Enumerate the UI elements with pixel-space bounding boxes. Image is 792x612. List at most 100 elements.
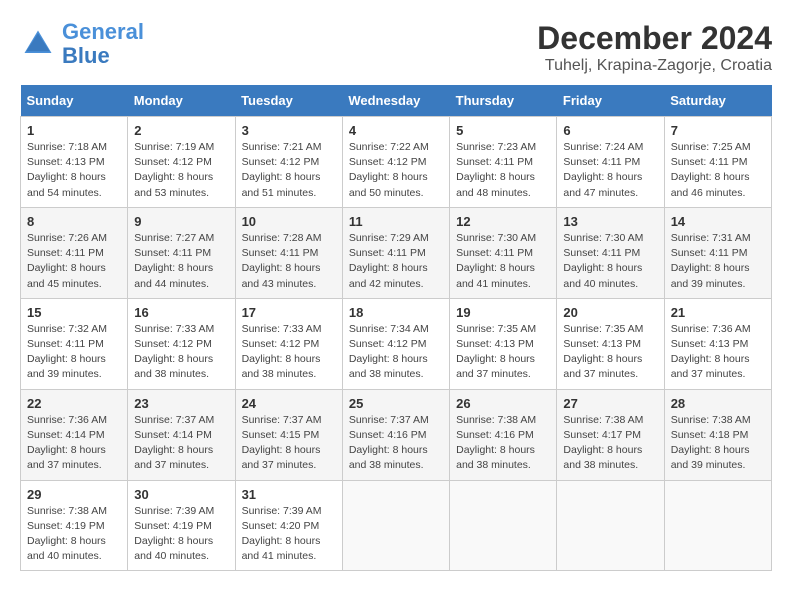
day-info: Sunrise: 7:19 AM Sunset: 4:12 PM Dayligh…	[134, 140, 228, 201]
day-info: Sunrise: 7:36 AM Sunset: 4:13 PM Dayligh…	[671, 322, 765, 383]
calendar-cell: 5 Sunrise: 7:23 AM Sunset: 4:11 PM Dayli…	[450, 117, 557, 208]
calendar-cell: 25 Sunrise: 7:37 AM Sunset: 4:16 PM Dayl…	[342, 389, 449, 480]
day-info: Sunrise: 7:31 AM Sunset: 4:11 PM Dayligh…	[671, 231, 765, 292]
calendar-cell: 29 Sunrise: 7:38 AM Sunset: 4:19 PM Dayl…	[21, 480, 128, 571]
day-number: 16	[134, 305, 228, 320]
day-number: 6	[563, 123, 657, 138]
day-info: Sunrise: 7:33 AM Sunset: 4:12 PM Dayligh…	[134, 322, 228, 383]
day-number: 15	[27, 305, 121, 320]
day-number: 17	[242, 305, 336, 320]
calendar-cell: 12 Sunrise: 7:30 AM Sunset: 4:11 PM Dayl…	[450, 207, 557, 298]
day-info: Sunrise: 7:39 AM Sunset: 4:20 PM Dayligh…	[242, 504, 336, 565]
calendar-cell: 23 Sunrise: 7:37 AM Sunset: 4:14 PM Dayl…	[128, 389, 235, 480]
day-info: Sunrise: 7:24 AM Sunset: 4:11 PM Dayligh…	[563, 140, 657, 201]
day-info: Sunrise: 7:34 AM Sunset: 4:12 PM Dayligh…	[349, 322, 443, 383]
calendar-cell: 8 Sunrise: 7:26 AM Sunset: 4:11 PM Dayli…	[21, 207, 128, 298]
calendar-cell: 3 Sunrise: 7:21 AM Sunset: 4:12 PM Dayli…	[235, 117, 342, 208]
calendar-cell	[450, 480, 557, 571]
day-number: 2	[134, 123, 228, 138]
logo-icon	[20, 26, 56, 62]
weekday-header: Sunday	[21, 85, 128, 117]
day-info: Sunrise: 7:18 AM Sunset: 4:13 PM Dayligh…	[27, 140, 121, 201]
day-number: 1	[27, 123, 121, 138]
day-info: Sunrise: 7:37 AM Sunset: 4:16 PM Dayligh…	[349, 413, 443, 474]
calendar-cell	[342, 480, 449, 571]
day-info: Sunrise: 7:29 AM Sunset: 4:11 PM Dayligh…	[349, 231, 443, 292]
calendar-cell: 4 Sunrise: 7:22 AM Sunset: 4:12 PM Dayli…	[342, 117, 449, 208]
day-number: 9	[134, 214, 228, 229]
calendar-cell: 20 Sunrise: 7:35 AM Sunset: 4:13 PM Dayl…	[557, 298, 664, 389]
calendar-cell: 22 Sunrise: 7:36 AM Sunset: 4:14 PM Dayl…	[21, 389, 128, 480]
day-number: 22	[27, 396, 121, 411]
day-info: Sunrise: 7:35 AM Sunset: 4:13 PM Dayligh…	[456, 322, 550, 383]
day-number: 27	[563, 396, 657, 411]
day-number: 26	[456, 396, 550, 411]
day-number: 18	[349, 305, 443, 320]
day-info: Sunrise: 7:37 AM Sunset: 4:14 PM Dayligh…	[134, 413, 228, 474]
calendar-cell: 14 Sunrise: 7:31 AM Sunset: 4:11 PM Dayl…	[664, 207, 771, 298]
day-number: 28	[671, 396, 765, 411]
day-info: Sunrise: 7:35 AM Sunset: 4:13 PM Dayligh…	[563, 322, 657, 383]
day-info: Sunrise: 7:22 AM Sunset: 4:12 PM Dayligh…	[349, 140, 443, 201]
day-number: 29	[27, 487, 121, 502]
calendar-cell: 16 Sunrise: 7:33 AM Sunset: 4:12 PM Dayl…	[128, 298, 235, 389]
title-block: December 2024 Tuhelj, Krapina-Zagorje, C…	[537, 20, 772, 75]
day-number: 21	[671, 305, 765, 320]
day-info: Sunrise: 7:30 AM Sunset: 4:11 PM Dayligh…	[456, 231, 550, 292]
day-number: 8	[27, 214, 121, 229]
day-number: 19	[456, 305, 550, 320]
day-number: 3	[242, 123, 336, 138]
calendar-cell: 21 Sunrise: 7:36 AM Sunset: 4:13 PM Dayl…	[664, 298, 771, 389]
day-number: 24	[242, 396, 336, 411]
day-number: 10	[242, 214, 336, 229]
day-number: 30	[134, 487, 228, 502]
calendar-cell: 17 Sunrise: 7:33 AM Sunset: 4:12 PM Dayl…	[235, 298, 342, 389]
main-title: December 2024	[537, 20, 772, 57]
calendar-cell: 26 Sunrise: 7:38 AM Sunset: 4:16 PM Dayl…	[450, 389, 557, 480]
day-info: Sunrise: 7:25 AM Sunset: 4:11 PM Dayligh…	[671, 140, 765, 201]
day-info: Sunrise: 7:38 AM Sunset: 4:17 PM Dayligh…	[563, 413, 657, 474]
calendar-cell: 11 Sunrise: 7:29 AM Sunset: 4:11 PM Dayl…	[342, 207, 449, 298]
weekday-header: Tuesday	[235, 85, 342, 117]
calendar-cell: 24 Sunrise: 7:37 AM Sunset: 4:15 PM Dayl…	[235, 389, 342, 480]
day-info: Sunrise: 7:28 AM Sunset: 4:11 PM Dayligh…	[242, 231, 336, 292]
calendar-cell: 6 Sunrise: 7:24 AM Sunset: 4:11 PM Dayli…	[557, 117, 664, 208]
day-info: Sunrise: 7:37 AM Sunset: 4:15 PM Dayligh…	[242, 413, 336, 474]
day-number: 25	[349, 396, 443, 411]
day-info: Sunrise: 7:38 AM Sunset: 4:18 PM Dayligh…	[671, 413, 765, 474]
calendar-cell: 2 Sunrise: 7:19 AM Sunset: 4:12 PM Dayli…	[128, 117, 235, 208]
weekday-header: Saturday	[664, 85, 771, 117]
day-info: Sunrise: 7:26 AM Sunset: 4:11 PM Dayligh…	[27, 231, 121, 292]
calendar-cell: 30 Sunrise: 7:39 AM Sunset: 4:19 PM Dayl…	[128, 480, 235, 571]
day-info: Sunrise: 7:30 AM Sunset: 4:11 PM Dayligh…	[563, 231, 657, 292]
calendar-cell: 19 Sunrise: 7:35 AM Sunset: 4:13 PM Dayl…	[450, 298, 557, 389]
day-number: 23	[134, 396, 228, 411]
day-number: 13	[563, 214, 657, 229]
calendar-cell: 10 Sunrise: 7:28 AM Sunset: 4:11 PM Dayl…	[235, 207, 342, 298]
day-info: Sunrise: 7:23 AM Sunset: 4:11 PM Dayligh…	[456, 140, 550, 201]
page-header: General Blue December 2024 Tuhelj, Krapi…	[20, 20, 772, 75]
logo-text: General Blue	[62, 20, 144, 68]
calendar-cell: 27 Sunrise: 7:38 AM Sunset: 4:17 PM Dayl…	[557, 389, 664, 480]
logo: General Blue	[20, 20, 144, 68]
weekday-header: Thursday	[450, 85, 557, 117]
calendar-cell: 15 Sunrise: 7:32 AM Sunset: 4:11 PM Dayl…	[21, 298, 128, 389]
day-number: 4	[349, 123, 443, 138]
calendar-cell: 31 Sunrise: 7:39 AM Sunset: 4:20 PM Dayl…	[235, 480, 342, 571]
day-number: 20	[563, 305, 657, 320]
day-info: Sunrise: 7:33 AM Sunset: 4:12 PM Dayligh…	[242, 322, 336, 383]
day-number: 11	[349, 214, 443, 229]
weekday-header: Friday	[557, 85, 664, 117]
day-number: 7	[671, 123, 765, 138]
day-number: 5	[456, 123, 550, 138]
day-number: 12	[456, 214, 550, 229]
weekday-header: Wednesday	[342, 85, 449, 117]
day-info: Sunrise: 7:21 AM Sunset: 4:12 PM Dayligh…	[242, 140, 336, 201]
calendar-cell	[557, 480, 664, 571]
calendar-cell: 7 Sunrise: 7:25 AM Sunset: 4:11 PM Dayli…	[664, 117, 771, 208]
day-number: 14	[671, 214, 765, 229]
weekday-header: Monday	[128, 85, 235, 117]
calendar-week-row: 22 Sunrise: 7:36 AM Sunset: 4:14 PM Dayl…	[21, 389, 772, 480]
day-number: 31	[242, 487, 336, 502]
day-info: Sunrise: 7:38 AM Sunset: 4:19 PM Dayligh…	[27, 504, 121, 565]
